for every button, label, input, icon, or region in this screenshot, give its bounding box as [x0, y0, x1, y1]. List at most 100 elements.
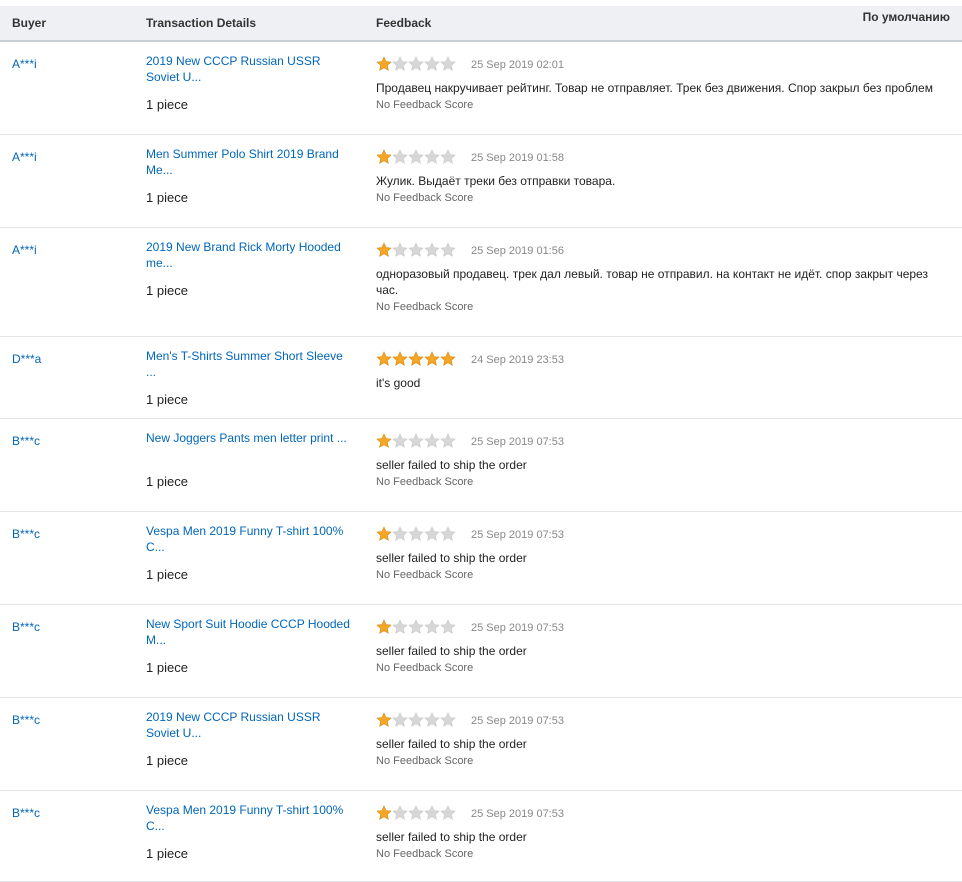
feedback-date: 24 Sep 2019 23:53: [471, 354, 564, 366]
product-link[interactable]: 2019 New CCCP Russian USSR Soviet U...: [146, 709, 356, 741]
feedback-score: No Feedback Score: [376, 301, 474, 313]
star-empty-icon: [424, 712, 440, 727]
star-filled-icon: [392, 351, 408, 366]
star-empty-icon: [440, 805, 456, 820]
quantity: 1 piece: [146, 846, 188, 861]
feedback-text: Продавец накручивает рейтинг. Товар не о…: [376, 81, 933, 95]
quantity: 1 piece: [146, 567, 188, 582]
feedback-date: 25 Sep 2019 01:58: [471, 152, 564, 164]
star-empty-icon: [392, 712, 408, 727]
star-rating: [376, 149, 456, 165]
star-empty-icon: [392, 56, 408, 71]
star-rating: [376, 56, 456, 72]
feedback-score: No Feedback Score: [376, 848, 474, 860]
feedback-date: 25 Sep 2019 02:01: [471, 59, 564, 71]
star-filled-icon: [376, 433, 392, 448]
star-empty-icon: [408, 526, 424, 541]
star-empty-icon: [424, 619, 440, 634]
header-feedback: Feedback: [376, 16, 432, 30]
product-link[interactable]: 2019 New Brand Rick Morty Hooded me...: [146, 239, 356, 271]
star-filled-icon: [408, 351, 424, 366]
quantity: 1 piece: [146, 283, 188, 298]
star-filled-icon: [376, 351, 392, 366]
feedback-score: No Feedback Score: [376, 99, 474, 111]
buyer-name[interactable]: A***i: [12, 57, 37, 71]
feedback-text: seller failed to ship the order: [376, 737, 527, 751]
star-empty-icon: [424, 149, 440, 164]
star-rating: [376, 712, 456, 728]
star-filled-icon: [376, 619, 392, 634]
star-empty-icon: [424, 526, 440, 541]
star-filled-icon: [376, 242, 392, 257]
star-empty-icon: [440, 149, 456, 164]
buyer-name[interactable]: B***c: [12, 434, 40, 448]
buyer-name[interactable]: B***c: [12, 713, 40, 727]
star-empty-icon: [408, 56, 424, 71]
feedback-score: No Feedback Score: [376, 662, 474, 674]
star-empty-icon: [440, 526, 456, 541]
product-link[interactable]: New Sport Suit Hoodie CCCP Hooded M...: [146, 616, 356, 648]
buyer-name[interactable]: D***a: [12, 352, 41, 366]
star-rating: [376, 242, 456, 258]
star-empty-icon: [408, 433, 424, 448]
star-empty-icon: [408, 805, 424, 820]
feedback-text: Жулик. Выдаёт треки без отправки товара.: [376, 174, 616, 188]
quantity: 1 piece: [146, 753, 188, 768]
feedback-row: D***a Men's T-Shirts Summer Short Sleeve …: [0, 336, 962, 419]
star-filled-icon: [424, 351, 440, 366]
star-rating: [376, 805, 456, 821]
star-filled-icon: [376, 149, 392, 164]
quantity: 1 piece: [146, 474, 188, 489]
buyer-name[interactable]: B***c: [12, 620, 40, 634]
product-link[interactable]: Men's T-Shirts Summer Short Sleeve ...: [146, 348, 356, 380]
star-empty-icon: [440, 712, 456, 727]
feedback-text: seller failed to ship the order: [376, 458, 527, 472]
star-empty-icon: [424, 433, 440, 448]
star-empty-icon: [392, 242, 408, 257]
star-rating: [376, 433, 456, 449]
product-link[interactable]: 2019 New CCCP Russian USSR Soviet U...: [146, 53, 356, 85]
feedback-date: 25 Sep 2019 07:53: [471, 715, 564, 727]
feedback-score: No Feedback Score: [376, 755, 474, 767]
product-link[interactable]: Men Summer Polo Shirt 2019 Brand Me...: [146, 146, 356, 178]
product-link[interactable]: New Joggers Pants men letter print ...: [146, 430, 356, 446]
product-link[interactable]: Vespa Men 2019 Funny T-shirt 100% C...: [146, 802, 356, 834]
feedback-score: No Feedback Score: [376, 192, 474, 204]
feedback-text: одноразовый продавец. трек дал левый. то…: [376, 267, 928, 297]
star-filled-icon: [376, 526, 392, 541]
star-empty-icon: [408, 619, 424, 634]
feedback-date: 25 Sep 2019 07:53: [471, 436, 564, 448]
star-empty-icon: [440, 433, 456, 448]
star-empty-icon: [424, 242, 440, 257]
feedback-text: seller failed to ship the order: [376, 551, 527, 565]
star-empty-icon: [440, 242, 456, 257]
buyer-name[interactable]: A***i: [12, 150, 37, 164]
feedback-row: B***c New Joggers Pants men letter print …: [0, 418, 962, 512]
quantity: 1 piece: [146, 392, 188, 407]
star-empty-icon: [424, 805, 440, 820]
feedback-row: B***c Vespa Men 2019 Funny T-shirt 100% C…: [0, 790, 962, 882]
product-link[interactable]: Vespa Men 2019 Funny T-shirt 100% C...: [146, 523, 356, 555]
feedback-text: it's good: [376, 376, 421, 390]
quantity: 1 piece: [146, 190, 188, 205]
buyer-name[interactable]: B***c: [12, 806, 40, 820]
star-filled-icon: [376, 712, 392, 727]
star-filled-icon: [440, 351, 456, 366]
feedback-row: A***i 2019 New Brand Rick Morty Hooded me…: [0, 227, 962, 337]
header-transaction-details: Transaction Details: [146, 16, 257, 30]
feedback-score: No Feedback Score: [376, 476, 474, 488]
star-rating: [376, 619, 456, 635]
feedback-score: No Feedback Score: [376, 569, 474, 581]
feedback-row: A***i 2019 New CCCP Russian USSR Soviet U…: [0, 41, 962, 135]
feedback-row: B***c Vespa Men 2019 Funny T-shirt 100% C…: [0, 511, 962, 605]
star-empty-icon: [408, 712, 424, 727]
buyer-name[interactable]: B***c: [12, 527, 40, 541]
feedback-row: A***i Men Summer Polo Shirt 2019 Brand Me…: [0, 134, 962, 228]
star-empty-icon: [392, 619, 408, 634]
feedback-row: B***c 2019 New CCCP Russian USSR Soviet U…: [0, 697, 962, 791]
feedback-date: 25 Sep 2019 07:53: [471, 529, 564, 541]
feedback-row: B***c New Sport Suit Hoodie CCCP Hooded M…: [0, 604, 962, 698]
star-empty-icon: [392, 526, 408, 541]
sort-dropdown[interactable]: По умолчанию: [863, 10, 950, 24]
buyer-name[interactable]: A***i: [12, 243, 37, 257]
